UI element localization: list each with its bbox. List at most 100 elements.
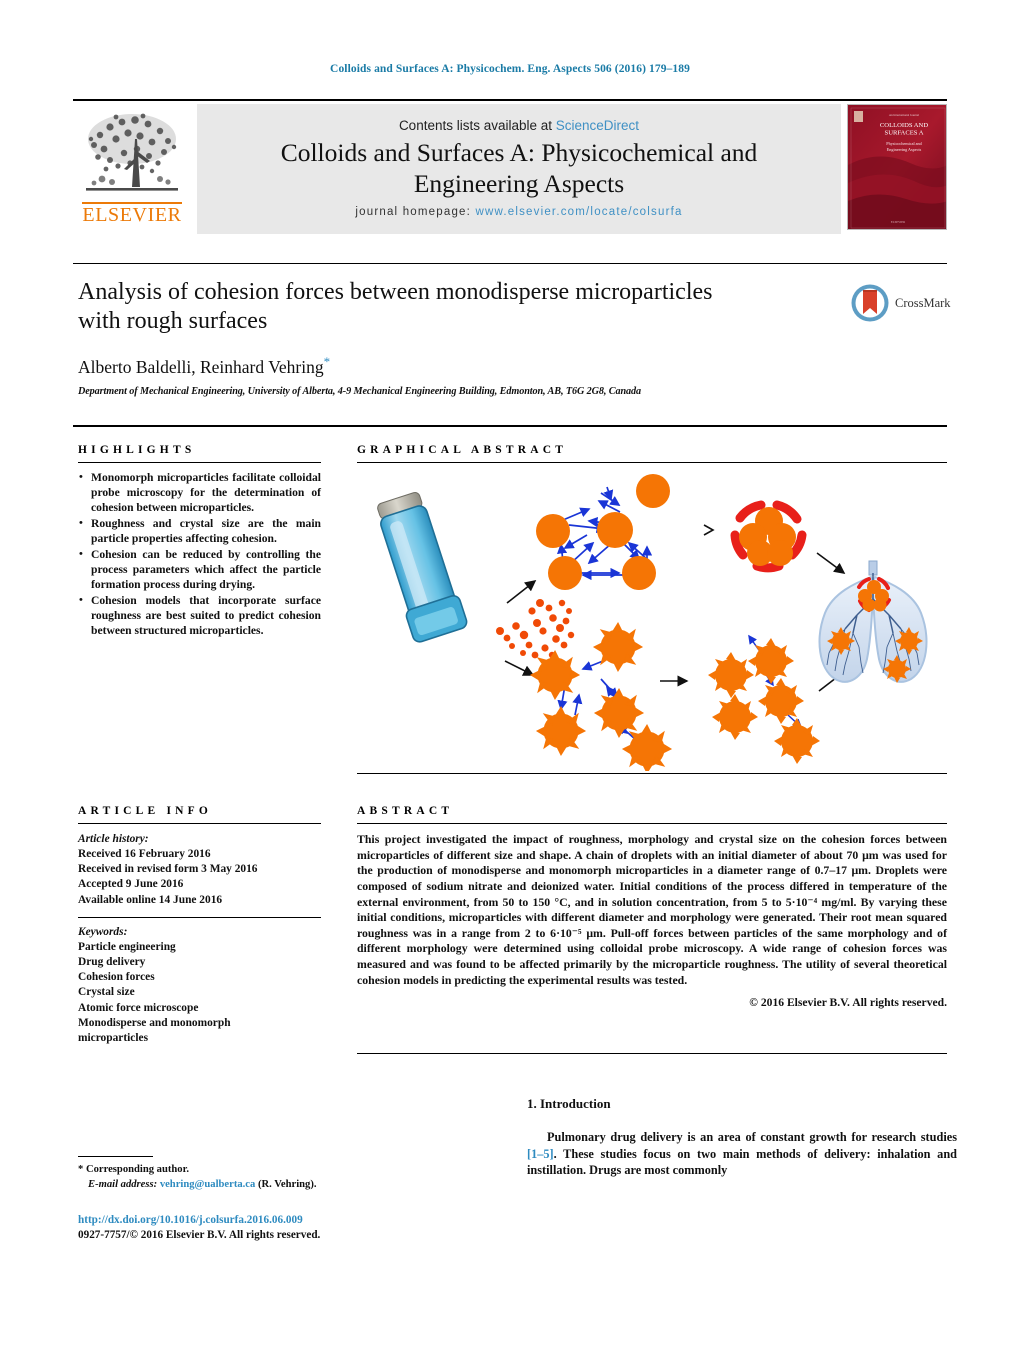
- journal-masthead: ELSEVIER Contents lists available at Sci…: [73, 99, 947, 234]
- author-names: Alberto Baldelli, Reinhard Vehring: [78, 356, 324, 377]
- svg-text:SURFACES A: SURFACES A: [885, 130, 924, 137]
- keywords-label: Keywords:: [78, 925, 128, 938]
- rough-particle: [758, 678, 804, 724]
- article-info-separator: [78, 916, 321, 918]
- rough-particle: [708, 652, 754, 698]
- flow-chevron-agglomerate: [703, 524, 715, 536]
- history-item: Accepted 9 June 2016: [78, 878, 184, 891]
- columns-divider: [73, 425, 947, 427]
- history-item: Available online 14 June 2016: [78, 893, 223, 906]
- doi-link[interactable]: http://dx.doi.org/10.1016/j.colsurfa.201…: [78, 1213, 478, 1228]
- article-history-label: Article history:: [78, 833, 149, 845]
- cover-art: An International Journal COLLOIDS AND SU…: [848, 105, 946, 229]
- aerosol-plume: [496, 599, 575, 659]
- keywords-block: Keywords: Particle engineering Drug deli…: [78, 925, 321, 1046]
- rough-particle: [592, 621, 644, 673]
- contents-prefix: Contents lists available at: [398, 118, 556, 134]
- introduction-heading: 1. Introduction: [527, 1096, 611, 1111]
- intro-text-part1: Pulmonary drug delivery is an area of co…: [547, 1130, 957, 1144]
- sciencedirect-link[interactable]: ScienceDirect: [556, 118, 639, 133]
- running-head: Colloids and Surfaces A: Physicochem. En…: [330, 63, 690, 75]
- list-item: Monomorph microparticles facilitate coll…: [78, 470, 321, 516]
- rough-particle: [712, 694, 758, 740]
- masthead-center-panel: Contents lists available at ScienceDirec…: [197, 104, 841, 234]
- abstract-heading: ABSTRACT: [357, 805, 454, 817]
- crossmark-badge[interactable]: CrossMark: [850, 283, 962, 323]
- inhaler-device: [377, 492, 468, 643]
- page-footer: http://dx.doi.org/10.1016/j.colsurfa.201…: [78, 1213, 478, 1243]
- corresponding-author-marker: *: [323, 353, 331, 369]
- history-item: Received 16 February 2016: [78, 848, 211, 861]
- title-line1: Analysis of cohesion forces between mono…: [78, 279, 713, 305]
- elsevier-wordmark: ELSEVIER: [82, 202, 182, 226]
- email-link[interactable]: vehring@ualberta.ca: [160, 1179, 255, 1190]
- citation-link[interactable]: [1–5]: [527, 1147, 554, 1161]
- rough-particle: [593, 687, 645, 739]
- abstract-copyright: © 2016 Elsevier B.V. All rights reserved…: [749, 996, 947, 1010]
- journal-homepage-link[interactable]: www.elsevier.com/locate/colsurfa: [475, 206, 682, 218]
- journal-homepage-line: journal homepage: www.elsevier.com/locat…: [355, 206, 682, 218]
- rough-particle: [774, 718, 820, 764]
- footnote-rule: [78, 1156, 153, 1157]
- journal-title: Colloids and Surfaces A: Physicochemical…: [281, 138, 758, 198]
- affiliation: Department of Mechanical Engineering, Un…: [78, 386, 642, 398]
- page-title: Analysis of cohesion forces between mono…: [78, 278, 838, 337]
- contents-available-line: Contents lists available at ScienceDirec…: [399, 118, 639, 133]
- svg-text:COLLOIDS AND: COLLOIDS AND: [880, 122, 928, 129]
- introduction-section: 1. Introduction Pulmonary drug delivery …: [527, 1096, 957, 1179]
- highlights-heading: HIGHLIGHTS: [78, 444, 196, 456]
- rough-particle: [621, 723, 673, 773]
- homepage-label: journal homepage:: [355, 205, 476, 218]
- email-label: E-mail address:: [88, 1178, 158, 1190]
- crossmark-label: CrossMark: [895, 295, 951, 310]
- highlights-section: HIGHLIGHTS Monomorph microparticles faci…: [78, 444, 321, 639]
- list-item: Cohesion models that incorporate surface…: [78, 593, 321, 639]
- author-list: Alberto Baldelli, Reinhard Vehring*: [78, 354, 838, 378]
- flow-arrow-to-lungs-top: [816, 552, 846, 574]
- keyword-item: microparticles: [78, 1031, 149, 1044]
- abstract-section: ABSTRACT This project investigated the i…: [357, 805, 947, 1009]
- svg-text:An International Journal: An International Journal: [889, 113, 919, 117]
- flow-arrow-up: [506, 580, 537, 604]
- intro-text-part2: . These studies focus on two main method…: [527, 1146, 957, 1178]
- highlights-list: Monomorph microparticles facilitate coll…: [78, 470, 321, 639]
- flow-arrow-down: [504, 660, 535, 676]
- list-item: Roughness and crystal size are the main …: [78, 516, 321, 547]
- highlights-rule: [78, 462, 321, 463]
- article-info-section: ARTICLE INFO Article history: Received 1…: [78, 805, 321, 1046]
- title-divider: [73, 263, 947, 264]
- keyword-item: Monodisperse and monomorph: [78, 1016, 231, 1029]
- abstract-text: This project investigated the impact of …: [357, 832, 947, 987]
- issn-copyright: 0927-7757/© 2016 Elsevier B.V. All right…: [78, 1229, 321, 1242]
- dispersed-rough-particles: [708, 634, 820, 764]
- keyword-item: Atomic force microscope: [78, 1001, 199, 1014]
- svg-text:Engineering Aspects: Engineering Aspects: [887, 147, 922, 152]
- corresponding-author-line: * Corresponding author.: [78, 1164, 189, 1175]
- journal-title-line2: Engineering Aspects: [413, 168, 625, 198]
- title-line2: with rough surfaces: [78, 308, 268, 335]
- article-history-block: Article history: Received 16 February 20…: [78, 832, 321, 908]
- keyword-item: Cohesion forces: [78, 971, 155, 984]
- journal-cover-thumbnail: An International Journal COLLOIDS AND SU…: [847, 104, 947, 230]
- elsevier-logo: ELSEVIER: [73, 104, 191, 234]
- keyword-item: Drug delivery: [78, 956, 146, 969]
- agglomerate-with-red-arcs: [730, 500, 807, 573]
- rough-particle-network: [529, 621, 673, 773]
- rough-particle: [529, 649, 581, 701]
- email-owner: (R. Vehring).: [257, 1178, 317, 1190]
- abstract-rule: [357, 823, 947, 824]
- email-line: E-mail address: vehring@ualberta.ca (R. …: [78, 1178, 328, 1193]
- elsevier-tree-icon: [86, 113, 178, 191]
- introduction-divider: [357, 1053, 947, 1054]
- svg-text:Physicochemical and: Physicochemical and: [886, 141, 922, 146]
- introduction-paragraph: Pulmonary drug delivery is an area of co…: [527, 1129, 957, 1179]
- graphical-abstract-heading: GRAPHICAL ABSTRACT: [357, 444, 568, 456]
- keyword-item: Particle engineering: [78, 940, 176, 953]
- graphical-abstract-figure: [357, 462, 947, 774]
- corresponding-author-footnote: * Corresponding author. E-mail address: …: [78, 1156, 328, 1193]
- journal-title-line1: Colloids and Surfaces A: Physicochemical…: [280, 138, 758, 168]
- keyword-item: Crystal size: [78, 986, 135, 999]
- list-item: Cohesion can be reduced by controlling t…: [78, 547, 321, 593]
- graphical-abstract-svg: [377, 474, 928, 773]
- smooth-particle-network: [536, 474, 670, 590]
